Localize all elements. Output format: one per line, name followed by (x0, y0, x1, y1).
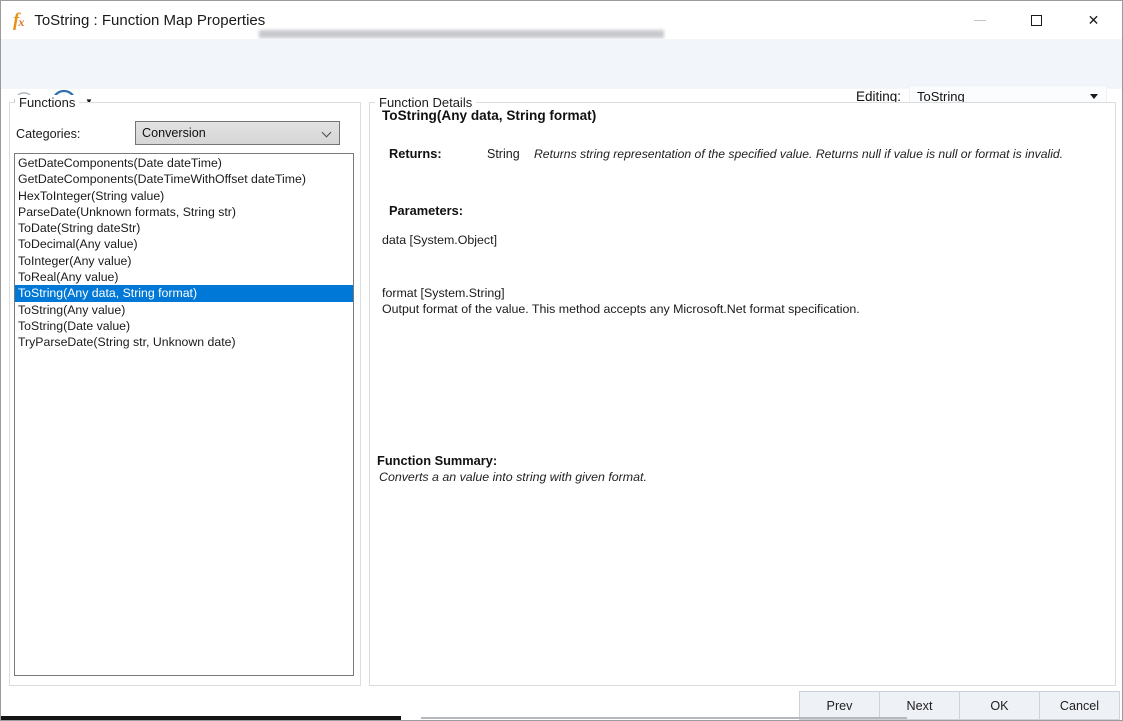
function-summary-label: Function Summary: (377, 453, 497, 468)
returns-label: Returns: (389, 146, 442, 161)
function-list-item[interactable]: ToReal(Any value) (15, 269, 353, 285)
prev-button[interactable]: Prev (799, 691, 880, 720)
window-title: ToString : Function Map Properties (34, 12, 265, 29)
ok-button[interactable]: OK (959, 691, 1040, 720)
categories-label: Categories: (16, 127, 80, 141)
functions-group-label: Functions (15, 95, 79, 110)
categories-combobox-value: Conversion (136, 126, 206, 140)
caret-down-icon (1090, 94, 1098, 99)
function-list-item[interactable]: ToString(Date value) (15, 318, 353, 334)
function-details-group: Function Details ToString(Any data, Stri… (369, 102, 1116, 686)
function-map-properties-dialog: fx ToString : Function Map Properties ✕ … (0, 0, 1123, 721)
function-list-item[interactable]: HexToInteger(String value) (15, 188, 353, 204)
function-list-item[interactable]: ToString(Any value) (15, 302, 353, 318)
function-list-item[interactable]: ParseDate(Unknown formats, String str) (15, 204, 353, 220)
function-list-item[interactable]: ToDecimal(Any value) (15, 236, 353, 252)
footer-button-row: Prev Next OK Cancel (800, 691, 1120, 720)
function-list-item[interactable]: GetDateComponents(Date dateTime) (15, 155, 353, 171)
cancel-button[interactable]: Cancel (1039, 691, 1120, 720)
parameter-data: data [System.Object] (382, 233, 497, 247)
function-list[interactable]: GetDateComponents(Date dateTime) GetDate… (14, 153, 354, 676)
returns-type: String (487, 147, 520, 161)
close-icon: ✕ (1088, 13, 1100, 27)
close-button[interactable]: ✕ (1065, 1, 1122, 39)
function-list-item[interactable]: ToInteger(Any value) (15, 253, 353, 269)
maximize-button[interactable] (1008, 1, 1065, 39)
fx-function-icon: fx (13, 11, 24, 30)
function-list-item[interactable]: TryParseDate(String str, Unknown date) (15, 334, 353, 350)
next-button[interactable]: Next (879, 691, 960, 720)
parameter-format: format [System.String] (382, 286, 505, 300)
background-window-edge-artifact (1, 716, 401, 721)
functions-group: Functions Categories: Conversion GetDate… (9, 102, 361, 686)
categories-combobox[interactable]: Conversion (135, 121, 340, 145)
parameter-format-description: Output format of the value. This method … (382, 302, 860, 316)
maximize-icon (1031, 15, 1042, 26)
window-controls: ✕ (951, 1, 1122, 39)
function-list-item[interactable]: GetDateComponents(DateTimeWithOffset dat… (15, 171, 353, 187)
returns-description: Returns string representation of the spe… (534, 147, 1112, 161)
toolbar: ▼ Editing: ToString (1, 39, 1122, 89)
chevron-down-icon (322, 128, 332, 138)
minimize-icon (974, 20, 986, 21)
minimize-button[interactable] (951, 1, 1008, 39)
parameters-label: Parameters: (389, 203, 463, 218)
function-list-item[interactable]: ToDate(String dateStr) (15, 220, 353, 236)
function-summary-text: Converts a an value into string with giv… (379, 470, 647, 484)
function-list-item-selected[interactable]: ToString(Any data, String format) (15, 285, 353, 301)
function-signature: ToString(Any data, String format) (382, 108, 596, 123)
